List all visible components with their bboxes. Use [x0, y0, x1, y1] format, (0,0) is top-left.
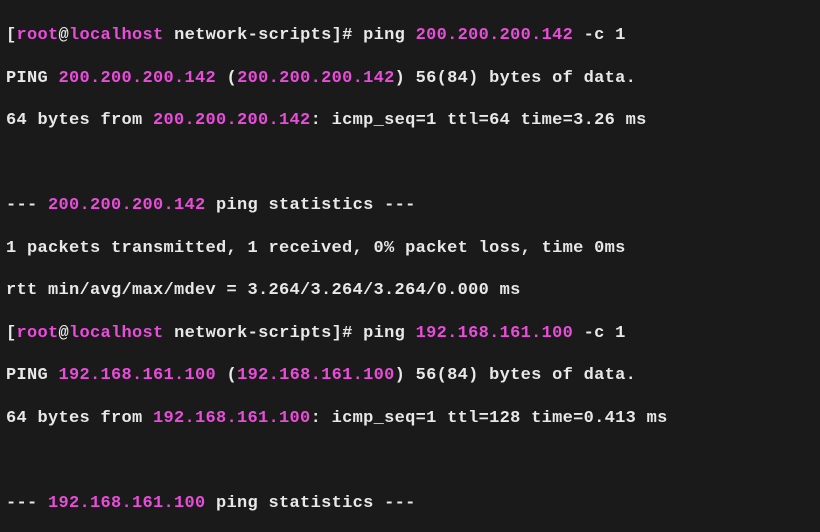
ping-pre: PING: [6, 69, 59, 88]
stats-ip: 192.168.161.100: [48, 494, 206, 513]
stats-pre: ---: [6, 196, 48, 215]
rtt-line: rtt min/avg/max/mdev = 3.264/3.264/3.264…: [6, 280, 814, 301]
prompt-at: @: [59, 324, 70, 343]
prompt-at: @: [59, 26, 70, 45]
stats-pre: ---: [6, 494, 48, 513]
bracket-close: ]#: [332, 26, 364, 45]
ping-mid1: (: [216, 366, 237, 385]
cmd-text: ping: [363, 26, 416, 45]
reply-pre: 64 bytes from: [6, 111, 153, 130]
prompt-user: root: [17, 324, 59, 343]
prompt-host: localhost: [69, 324, 164, 343]
stats-suf: ping statistics ---: [206, 196, 416, 215]
prompt-user: root: [17, 26, 59, 45]
stats-suf: ping statistics ---: [206, 494, 416, 513]
stats-header: --- 192.168.161.100 ping statistics ---: [6, 493, 814, 514]
reply-suf: : icmp_seq=1 ttl=64 time=3.26 ms: [311, 111, 647, 130]
bracket-close: ]#: [332, 324, 364, 343]
reply-pre: 64 bytes from: [6, 409, 153, 428]
ping-reply: 64 bytes from 200.200.200.142: icmp_seq=…: [6, 110, 814, 131]
cmd-opts: -c 1: [573, 324, 626, 343]
terminal-output[interactable]: [root@localhost network-scripts]# ping 2…: [0, 0, 820, 532]
ping-pre: PING: [6, 366, 59, 385]
ping-mid1: (: [216, 69, 237, 88]
ping-mid2: ) 56(84) bytes of data.: [395, 366, 637, 385]
reply-suf: : icmp_seq=1 ttl=128 time=0.413 ms: [311, 409, 668, 428]
prompt-line: [root@localhost network-scripts]# ping 1…: [6, 323, 814, 344]
ping-mid2: ) 56(84) bytes of data.: [395, 69, 637, 88]
ping-ip-paren: 192.168.161.100: [237, 366, 395, 385]
ping-ip: 200.200.200.142: [59, 69, 217, 88]
ping-reply: 64 bytes from 192.168.161.100: icmp_seq=…: [6, 408, 814, 429]
pkt-line: 1 packets transmitted, 1 received, 0% pa…: [6, 238, 814, 259]
ping-header: PING 192.168.161.100 (192.168.161.100) 5…: [6, 365, 814, 386]
cmd-opts: -c 1: [573, 26, 626, 45]
reply-ip: 192.168.161.100: [153, 409, 311, 428]
reply-ip: 200.200.200.142: [153, 111, 311, 130]
prompt-dir: network-scripts: [164, 324, 332, 343]
ping-header: PING 200.200.200.142 (200.200.200.142) 5…: [6, 68, 814, 89]
blank-line: [6, 450, 814, 471]
blank-line: [6, 153, 814, 174]
prompt-host: localhost: [69, 26, 164, 45]
prompt-dir: network-scripts: [164, 26, 332, 45]
cmd-text: ping: [363, 324, 416, 343]
cmd-ip: 192.168.161.100: [416, 324, 574, 343]
prompt-line: [root@localhost network-scripts]# ping 2…: [6, 25, 814, 46]
stats-header: --- 200.200.200.142 ping statistics ---: [6, 195, 814, 216]
ping-ip: 192.168.161.100: [59, 366, 217, 385]
ping-ip-paren: 200.200.200.142: [237, 69, 395, 88]
stats-ip: 200.200.200.142: [48, 196, 206, 215]
cmd-ip: 200.200.200.142: [416, 26, 574, 45]
bracket-open: [: [6, 324, 17, 343]
bracket-open: [: [6, 26, 17, 45]
